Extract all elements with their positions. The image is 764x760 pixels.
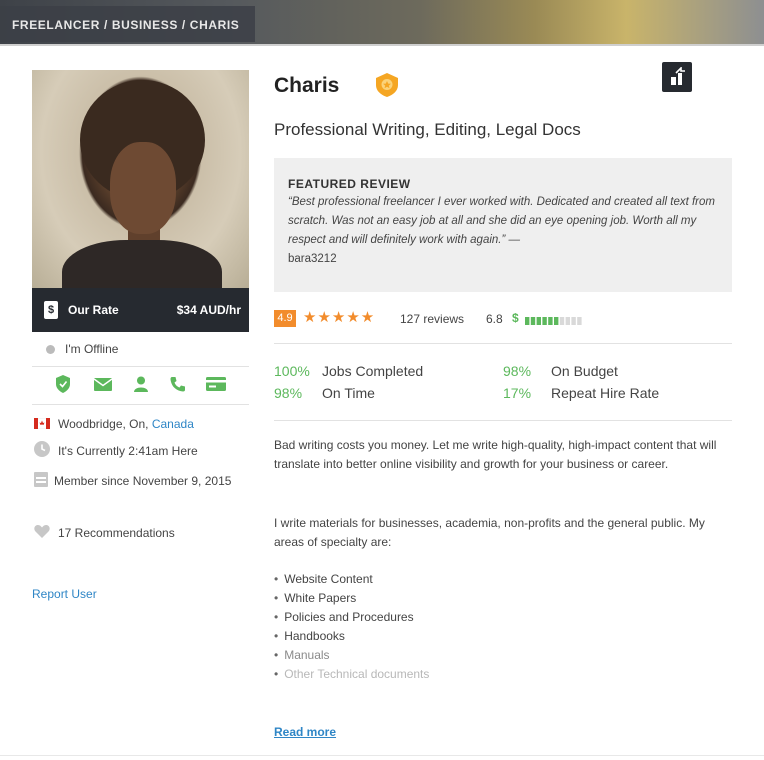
earnings-bar-segment [559, 317, 565, 325]
stat-value: 98% [274, 385, 303, 401]
read-more-link[interactable]: Read more [274, 725, 336, 739]
headline: Professional Writing, Editing, Legal Doc… [274, 120, 581, 139]
list-item: Policies and Procedures [274, 608, 429, 627]
rating-score: 4.9 [274, 310, 296, 327]
rate-tag-icon: $ [44, 301, 58, 319]
shield-icon[interactable] [56, 375, 70, 393]
location-city: Woodbridge, On, [58, 417, 149, 431]
member-since: Member since November 9, 2015 [34, 471, 239, 493]
earnings-bar-segment [530, 317, 536, 325]
earnings-bar-segment [536, 317, 541, 325]
badge-icon [374, 72, 400, 98]
verification-icons [56, 375, 236, 395]
list-item: White Papers [274, 589, 429, 608]
freelancer-name: Charis [274, 74, 340, 97]
featured-review-body: “Best professional freelancer I ever wor… [288, 196, 715, 246]
location-country-link[interactable]: Canada [152, 417, 194, 431]
rate-label: Our Rate [68, 303, 119, 317]
flag-canada-icon [33, 415, 51, 435]
divider [32, 366, 249, 367]
local-time: It's Currently 2:41am Here [34, 441, 198, 463]
earnings-symbol: $ [512, 311, 519, 325]
featured-review-user[interactable]: bara3212 [288, 250, 716, 269]
breadcrumb-item-business[interactable]: BUSINESS [112, 18, 178, 32]
earnings-bar-segment [571, 317, 576, 325]
report-user-link[interactable]: Report User [32, 587, 97, 601]
card-icon[interactable] [206, 377, 226, 395]
divider [274, 343, 732, 344]
stat-label: Jobs Completed [322, 363, 424, 379]
clock-icon [34, 441, 50, 463]
breadcrumb-separator: / [181, 18, 186, 32]
stat-label: On Time [322, 385, 375, 401]
earnings-bar-segment [542, 317, 547, 325]
earnings-bar-segment [525, 317, 530, 325]
user-icon[interactable] [134, 376, 148, 394]
recommendations: 17 Recommendations [34, 523, 175, 544]
divider [32, 404, 249, 405]
earnings-bar [525, 314, 583, 325]
stat-value: 17% [503, 385, 532, 401]
location: Woodbridge, On, Canada [33, 414, 194, 435]
rating-stars: ★★★★★ [303, 309, 376, 326]
featured-review: FEATURED REVIEW “Best professional freel… [274, 158, 732, 292]
breadcrumb-separator: / [103, 18, 108, 32]
stat-on-time: 98% On Time [274, 385, 375, 401]
breadcrumb-item-charis: CHARIS [189, 18, 240, 32]
status-text: I'm Offline [65, 342, 119, 356]
list-item: Website Content [274, 570, 429, 589]
list-item: Other Technical documents [274, 665, 429, 684]
list-item: Handbooks [274, 627, 429, 646]
banner-divider [0, 44, 764, 46]
online-status: I'm Offline [46, 342, 118, 356]
description-paragraph: I write materials for businesses, academ… [274, 516, 705, 549]
mail-icon[interactable] [93, 378, 113, 396]
earnings-bar-segment [554, 317, 559, 325]
review-count[interactable]: 127 reviews [400, 312, 464, 326]
calendar-icon [34, 471, 48, 493]
earnings-score: 6.8 [486, 312, 503, 326]
share-button[interactable] [662, 62, 692, 92]
stat-jobs-completed: 100% Jobs Completed [274, 363, 423, 379]
recommendations-text: 17 Recommendations [58, 526, 175, 540]
rate-value: $34 AUD/hr [176, 303, 241, 317]
phone-icon[interactable] [170, 376, 186, 394]
heart-icon [34, 524, 50, 544]
earnings-bar-segment [548, 317, 553, 325]
description-paragraph: Bad writing costs you money. Let me writ… [274, 438, 717, 471]
stat-repeat-hire: 17% Repeat Hire Rate [503, 385, 659, 401]
divider [0, 755, 764, 756]
stat-label: Repeat Hire Rate [551, 385, 660, 401]
breadcrumb: FREELANCER / BUSINESS / CHARIS [0, 6, 255, 42]
specialty-list: Website Content White Papers Policies an… [274, 570, 429, 684]
breadcrumb-item-freelancer[interactable]: FREELANCER [12, 18, 100, 32]
rate-bar: $ Our Rate $34 AUD/hr [32, 288, 249, 332]
list-item: Manuals [274, 646, 429, 665]
stat-label: On Budget [551, 363, 618, 379]
earnings-bar-segment [577, 317, 582, 325]
featured-review-title: FEATURED REVIEW [288, 177, 411, 191]
earnings-bar-segment [565, 317, 570, 325]
share-icon [671, 67, 685, 85]
stat-value: 100% [274, 363, 310, 379]
stat-on-budget: 98% On Budget [503, 363, 618, 379]
divider [274, 420, 732, 421]
member-since-text: Member since November 9, 2015 [54, 474, 232, 489]
local-time-text: It's Currently 2:41am Here [58, 444, 198, 459]
profile-photo [32, 70, 249, 288]
status-dot-icon [46, 345, 55, 354]
stat-value: 98% [503, 363, 532, 379]
